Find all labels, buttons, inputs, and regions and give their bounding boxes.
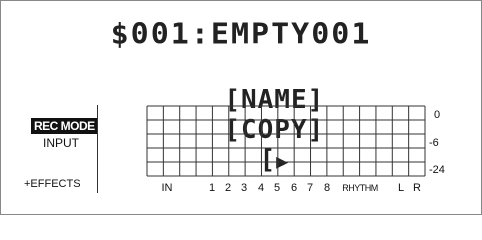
- channel-label-8: 8: [323, 182, 331, 194]
- channel-label-right: R: [413, 182, 421, 194]
- db-label-0: 0: [434, 109, 441, 121]
- input-label[interactable]: INPUT: [43, 136, 79, 150]
- db-label-minus-6: -6: [429, 137, 439, 149]
- channel-label-left: L: [397, 182, 405, 194]
- channel-label-5: 5: [273, 182, 281, 194]
- channel-label-1: 1: [208, 182, 216, 194]
- channel-label-rhythm: RHYTHM: [342, 183, 378, 193]
- db-label-minus-24: -24: [429, 164, 445, 176]
- channel-labels: IN 1 2 3 4 5 6 7 8 RHYTHM L R: [1, 182, 481, 196]
- song-title: $001:EMPTY001: [110, 17, 372, 52]
- channel-label-6: 6: [290, 182, 298, 194]
- channel-label-7: 7: [306, 182, 314, 194]
- lcd-screen: $001:EMPTY001 [NAME] [COPY] [▶ REC MODE …: [0, 0, 482, 215]
- channel-label-2: 2: [224, 182, 232, 194]
- panel-divider: [97, 105, 98, 193]
- level-meter-grid: [146, 105, 426, 177]
- channel-label-4: 4: [257, 182, 265, 194]
- rec-mode-label[interactable]: REC MODE: [31, 118, 98, 134]
- channel-label-in: IN: [161, 182, 173, 194]
- channel-label-3: 3: [240, 182, 248, 194]
